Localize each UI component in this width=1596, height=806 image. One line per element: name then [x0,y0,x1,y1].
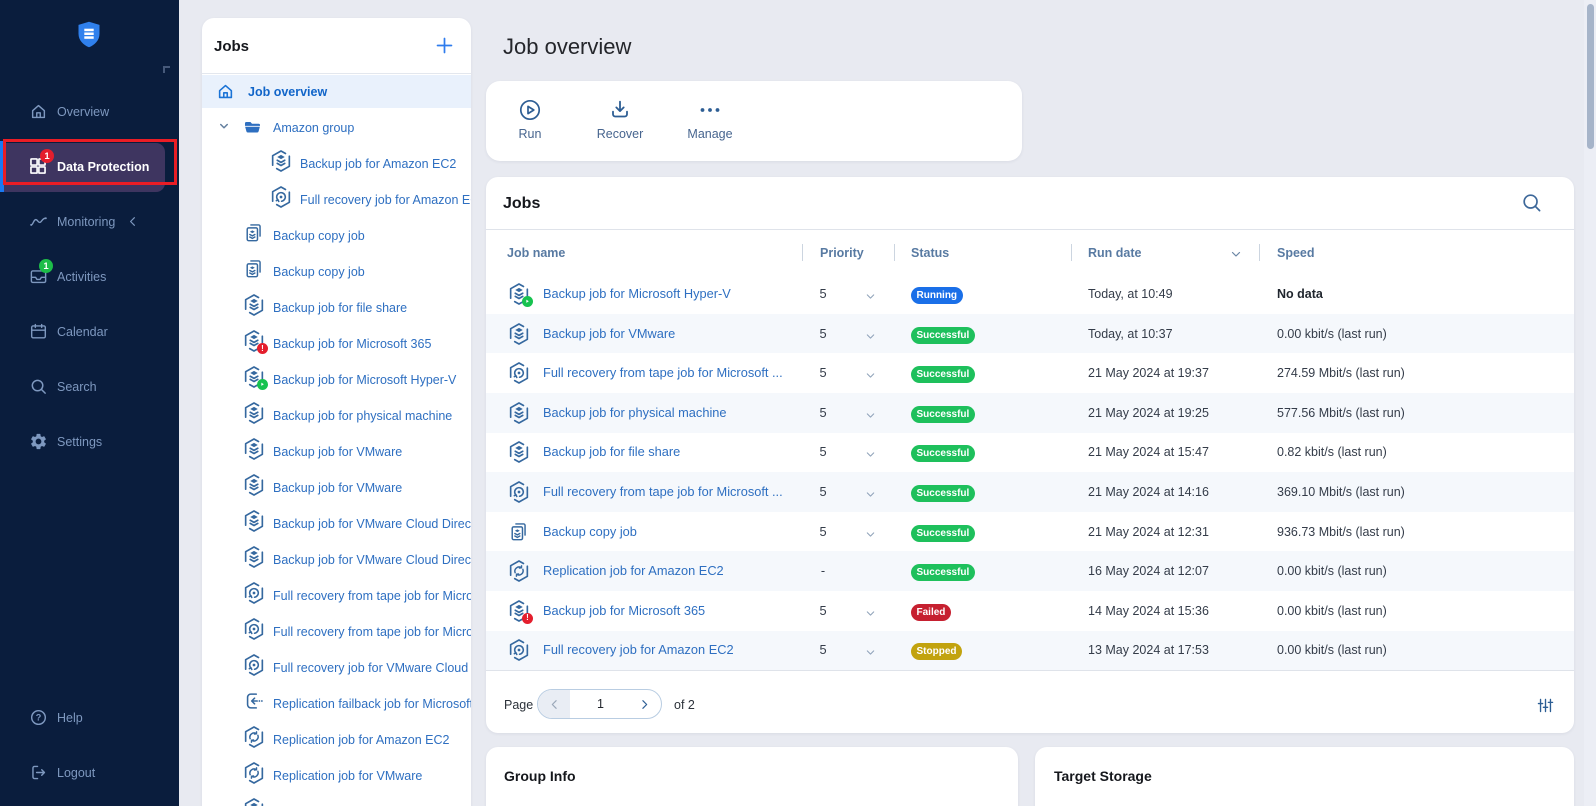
svg-text:?: ? [36,713,42,723]
